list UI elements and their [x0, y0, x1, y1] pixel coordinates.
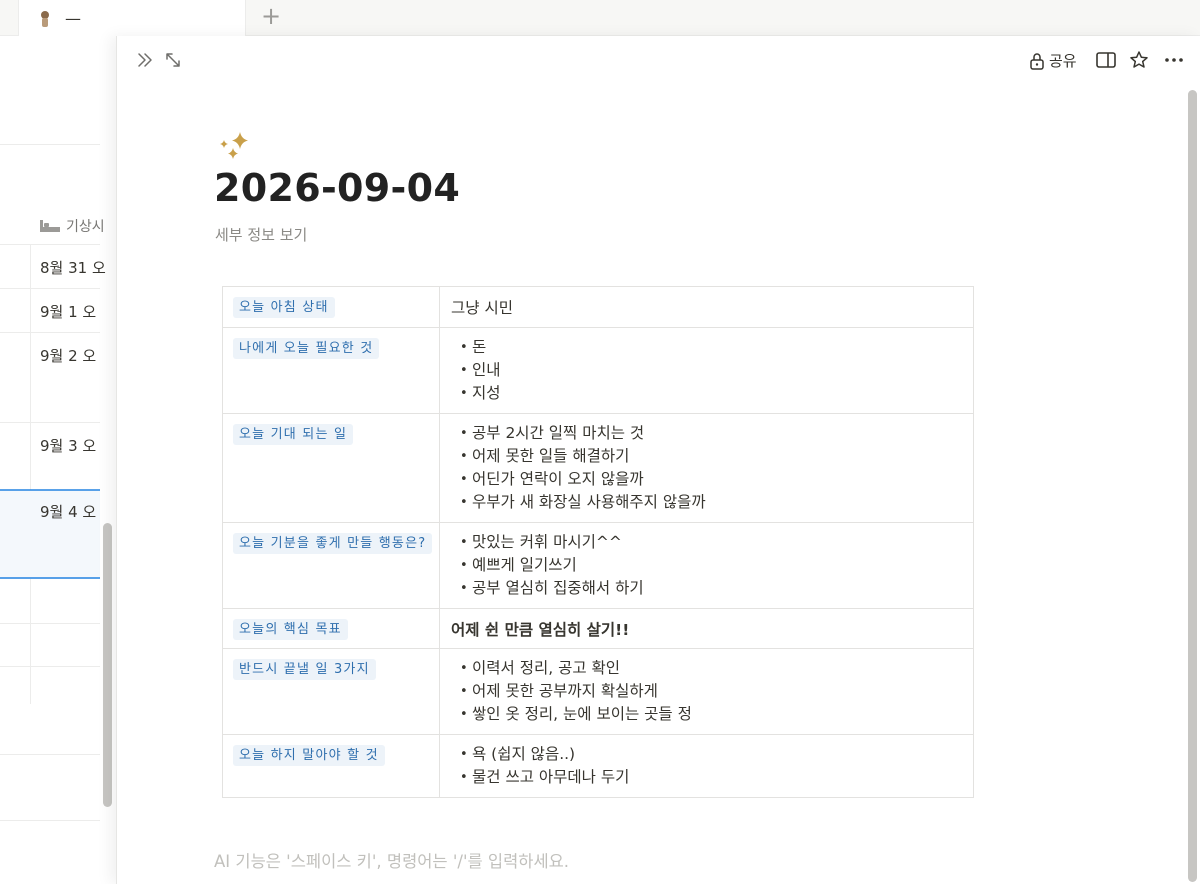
bullet-list: 돈인내지성 [451, 336, 973, 405]
property-value-cell[interactable]: 이력서 정리, 공고 확인어제 못한 공부까지 확실하게쌓인 옷 정리, 눈에 … [440, 649, 973, 734]
property-name-tag: 오늘 기대 되는 일 [233, 424, 354, 445]
list-item[interactable]: 예쁘게 일기쓰기 [451, 554, 973, 577]
bullet-list: 욕 (쉽지 않음..)물건 쓰고 아무데나 두기 [451, 743, 973, 789]
bed-icon [40, 220, 60, 232]
new-tab-button[interactable]: + [258, 3, 284, 29]
page-title[interactable]: 2026-09-04 [214, 166, 460, 210]
star-icon [1130, 51, 1148, 68]
list-item[interactable]: 우부가 새 화장실 사용해주지 않을까 [451, 491, 973, 514]
property-key-cell[interactable]: 오늘의 핵심 목표 [223, 609, 440, 648]
list-item[interactable]: 어제 못한 일들 해결하기 [451, 445, 973, 468]
tab-title: — [65, 9, 81, 28]
share-button[interactable]: 공유 [1029, 50, 1077, 71]
property-name-tag: 오늘 하지 말아야 할 것 [233, 745, 385, 766]
property-name-tag: 나에게 오늘 필요한 것 [233, 338, 380, 359]
list-item[interactable]: 지성 [451, 382, 973, 405]
person-emoji-icon [39, 10, 51, 28]
property-row: 나에게 오늘 필요한 것 돈인내지성 [223, 327, 973, 413]
tab-bar: — + [0, 0, 1200, 37]
property-key-cell[interactable]: 오늘 하지 말아야 할 것 [223, 735, 440, 797]
background-scrollbar[interactable] [103, 523, 112, 807]
property-name-tag: 오늘 아침 상태 [233, 297, 335, 318]
property-name-tag: 오늘 기분을 좋게 만들 행동은? [233, 533, 433, 554]
property-row: 오늘 아침 상태 그냥 시민 [223, 287, 973, 327]
background-database: 기상시 8월 31 오 9월 1 오 9월 2 오 9월 3 오 9월 4 오 [0, 36, 120, 884]
property-key-cell[interactable]: 나에게 오늘 필요한 것 [223, 328, 440, 413]
property-value-cell[interactable]: 어제 쉰 만큼 열심히 살기!! [440, 609, 973, 648]
property-row: 오늘의 핵심 목표 어제 쉰 만큼 열심히 살기!! [223, 608, 973, 648]
table-row[interactable]: 8월 31 오 [40, 257, 106, 278]
property-name-tag: 오늘의 핵심 목표 [233, 619, 348, 640]
side-panel-icon [1096, 52, 1116, 68]
property-key-cell[interactable]: 오늘 기대 되는 일 [223, 414, 440, 522]
favorite-button[interactable] [1129, 50, 1149, 70]
peek-scrollbar[interactable] [1188, 90, 1197, 882]
table-row[interactable]: 9월 3 오 [40, 435, 96, 456]
open-full-page-button[interactable] [163, 50, 183, 70]
list-item[interactable]: 어딘가 연락이 오지 않을까 [451, 468, 973, 491]
bullet-list: 맛있는 커휘 마시기^^예쁘게 일기쓰기공부 열심히 집중해서 하기 [451, 531, 973, 600]
list-item[interactable]: 공부 열심히 집중해서 하기 [451, 577, 973, 600]
double-chevron-right-icon [138, 53, 152, 67]
table-row-selected[interactable]: 9월 4 오 [40, 501, 96, 522]
property-key-cell[interactable]: 반드시 끝낼 일 3가지 [223, 649, 440, 734]
peek-mode-button[interactable] [1095, 50, 1117, 70]
list-item[interactable]: 공부 2시간 일찍 마치는 것 [451, 422, 973, 445]
sparkles-icon[interactable] [215, 130, 255, 166]
view-details-link[interactable]: 세부 정보 보기 [215, 224, 307, 245]
bullet-list: 이력서 정리, 공고 확인어제 못한 공부까지 확실하게쌓인 옷 정리, 눈에 … [451, 657, 973, 726]
property-name-tag: 반드시 끝낼 일 3가지 [233, 659, 376, 680]
list-item[interactable]: 쌓인 옷 정리, 눈에 보이는 곳들 정 [451, 703, 973, 726]
list-item[interactable]: 어제 못한 공부까지 확실하게 [451, 680, 973, 703]
property-row: 오늘 기대 되는 일 공부 2시간 일찍 마치는 것어제 못한 일들 해결하기어딘… [223, 413, 973, 522]
side-peek-panel: 공유 2026-09-04 세부 정보 보기 오늘 아침 상태 그냥 시민 나에게 … [116, 36, 1200, 884]
property-row: 반드시 끝낼 일 3가지 이력서 정리, 공고 확인어제 못한 공부까지 확실하게… [223, 648, 973, 734]
editor-placeholder[interactable]: AI 기능은 '스페이스 키', 명령어는 '/'를 입력하세요. [214, 848, 569, 872]
property-key-cell[interactable]: 오늘 아침 상태 [223, 287, 440, 327]
more-options-button[interactable] [1163, 50, 1185, 70]
tab-active[interactable]: — [18, 0, 246, 37]
table-row[interactable]: 9월 2 오 [40, 345, 96, 366]
property-value-cell[interactable]: 그냥 시민 [440, 287, 973, 327]
table-row[interactable]: 9월 1 오 [40, 301, 96, 322]
column-header-wake[interactable]: 기상시 [40, 216, 105, 236]
list-item[interactable]: 욕 (쉽지 않음..) [451, 743, 973, 766]
list-item[interactable]: 물건 쓰고 아무데나 두기 [451, 766, 973, 789]
property-value-cell[interactable]: 맛있는 커휘 마시기^^예쁘게 일기쓰기공부 열심히 집중해서 하기 [440, 523, 973, 608]
properties-table: 오늘 아침 상태 그냥 시민나에게 오늘 필요한 것 돈인내지성오늘 기대 되는 일… [222, 286, 974, 798]
list-item[interactable]: 이력서 정리, 공고 확인 [451, 657, 973, 680]
close-peek-button[interactable] [135, 50, 155, 70]
share-label: 공유 [1049, 52, 1077, 70]
list-item[interactable]: 맛있는 커휘 마시기^^ [451, 531, 973, 554]
property-row: 오늘 기분을 좋게 만들 행동은? 맛있는 커휘 마시기^^예쁘게 일기쓰기공부 … [223, 522, 973, 608]
property-value-cell[interactable]: 공부 2시간 일찍 마치는 것어제 못한 일들 해결하기어딘가 연락이 오지 않… [440, 414, 973, 522]
property-value-cell[interactable]: 돈인내지성 [440, 328, 973, 413]
list-item[interactable]: 인내 [451, 359, 973, 382]
property-value-cell[interactable]: 욕 (쉽지 않음..)물건 쓰고 아무데나 두기 [440, 735, 973, 797]
expand-diagonal-icon [166, 53, 180, 67]
property-row: 오늘 하지 말아야 할 것 욕 (쉽지 않음..)물건 쓰고 아무데나 두기 [223, 734, 973, 797]
list-item[interactable]: 돈 [451, 336, 973, 359]
more-horizontal-icon [1165, 58, 1183, 62]
lock-icon [1030, 52, 1044, 70]
peek-toolbar: 공유 [117, 36, 1200, 88]
bullet-list: 공부 2시간 일찍 마치는 것어제 못한 일들 해결하기어딘가 연락이 오지 않… [451, 422, 973, 514]
property-key-cell[interactable]: 오늘 기분을 좋게 만들 행동은? [223, 523, 440, 608]
